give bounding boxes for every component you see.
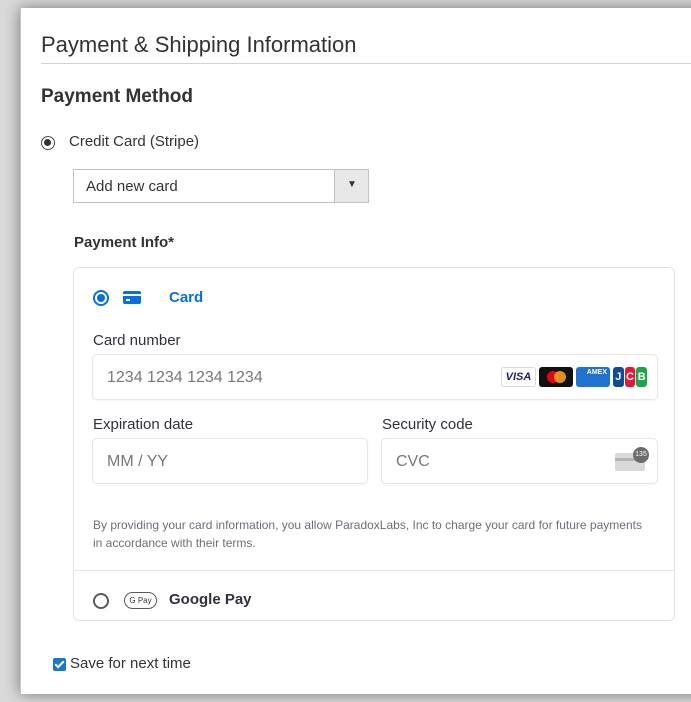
credit-card-label[interactable]: Credit Card (Stripe) [69, 133, 199, 150]
card-number-field[interactable]: 1234 1234 1234 1234 VISA AMEX JCB [92, 354, 658, 400]
security-code-label: Security code [382, 416, 473, 433]
expiration-placeholder: MM / YY [107, 453, 169, 470]
security-code-placeholder: CVC [396, 453, 430, 470]
google-pay-radio[interactable] [93, 593, 109, 609]
credit-card-icon [123, 291, 141, 304]
payment-info-label: Payment Info* [74, 234, 175, 251]
stripe-divider [74, 570, 674, 571]
cvc-card-icon: 135 [615, 447, 649, 471]
saved-card-select[interactable]: Add new card ▼ [73, 169, 369, 203]
section-divider [41, 63, 691, 64]
credit-card-radio[interactable] [41, 136, 55, 150]
stripe-payment-element: Card Card number 1234 1234 1234 1234 VIS… [73, 267, 675, 621]
card-number-placeholder: 1234 1234 1234 1234 [107, 369, 263, 386]
save-for-next-time-checkbox[interactable] [53, 658, 66, 671]
mastercard-icon [539, 367, 573, 387]
saved-card-select-value: Add new card [86, 178, 178, 195]
payment-method-title: Payment Method [41, 86, 194, 107]
legal-text: By providing your card information, you … [93, 518, 642, 550]
google-pay-icon: G Pay [124, 592, 157, 609]
expiration-field[interactable]: MM / YY [92, 438, 368, 484]
card-brands: VISA AMEX JCB [501, 367, 648, 387]
save-for-next-time-label[interactable]: Save for next time [70, 655, 191, 672]
chevron-down-icon: ▼ [347, 179, 357, 190]
jcb-icon: JCB [613, 367, 648, 387]
amex-icon: AMEX [576, 367, 610, 387]
expiration-label: Expiration date [93, 416, 194, 433]
google-pay-label[interactable]: Google Pay [169, 591, 252, 608]
select-arrow[interactable]: ▼ [334, 170, 368, 202]
card-number-label: Card number [93, 332, 181, 349]
card-tab-label[interactable]: Card [169, 289, 203, 306]
card-tab-radio[interactable] [93, 290, 109, 306]
security-code-field[interactable]: CVC 135 [381, 438, 658, 484]
section-title: Payment & Shipping Information [41, 32, 357, 57]
checkout-panel: Payment & Shipping Information Payment M… [20, 8, 691, 694]
visa-icon: VISA [501, 367, 536, 387]
cvc-icon-number: 135 [633, 447, 649, 463]
